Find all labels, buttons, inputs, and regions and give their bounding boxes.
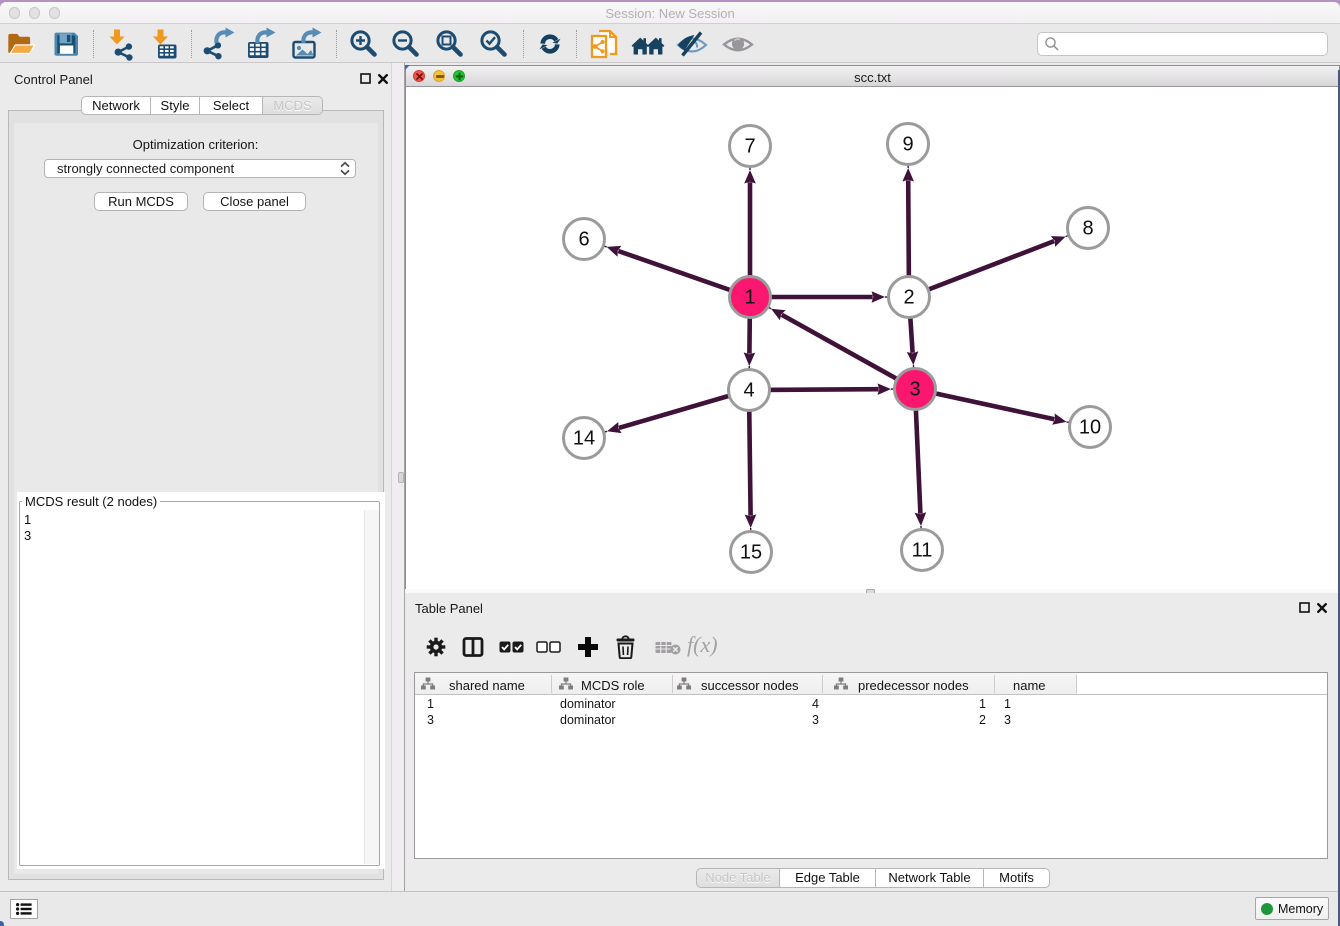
svg-text:3: 3: [909, 379, 920, 401]
svg-text:11: 11: [912, 540, 933, 562]
svg-text:6: 6: [578, 229, 589, 251]
svg-text:1: 1: [744, 287, 755, 309]
svg-text:15: 15: [740, 542, 762, 564]
svg-text:14: 14: [573, 428, 595, 450]
svg-text:7: 7: [744, 136, 755, 158]
svg-text:4: 4: [743, 380, 754, 402]
svg-text:2: 2: [903, 287, 914, 309]
svg-text:9: 9: [902, 134, 913, 156]
svg-text:10: 10: [1079, 417, 1101, 439]
svg-text:8: 8: [1082, 218, 1093, 240]
